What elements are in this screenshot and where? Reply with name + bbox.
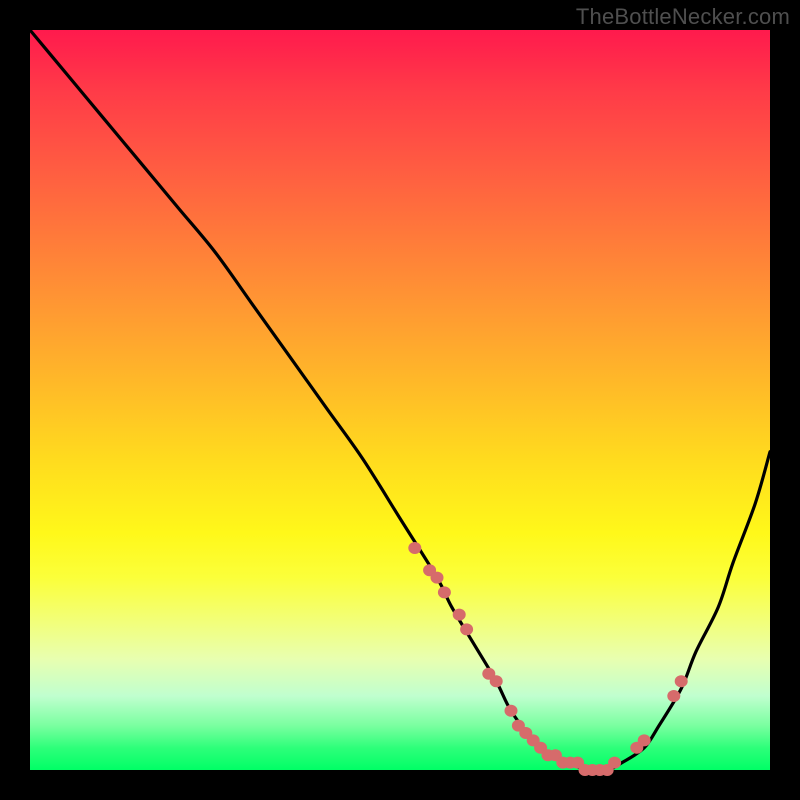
plot-area	[30, 30, 770, 770]
scatter-point	[460, 623, 473, 635]
scatter-points	[408, 542, 687, 776]
chart-frame: TheBottleNecker.com	[0, 0, 800, 800]
scatter-point	[438, 586, 451, 598]
scatter-point	[490, 675, 503, 687]
bottleneck-curve	[30, 30, 770, 771]
scatter-point	[431, 572, 444, 584]
scatter-point	[408, 542, 421, 554]
watermark-text: TheBottleNecker.com	[576, 4, 790, 30]
scatter-point	[638, 734, 651, 746]
curve-svg	[30, 30, 770, 770]
scatter-point	[453, 609, 466, 621]
scatter-point	[505, 705, 518, 717]
scatter-point	[667, 690, 680, 702]
scatter-point	[675, 675, 688, 687]
scatter-point	[608, 757, 621, 769]
